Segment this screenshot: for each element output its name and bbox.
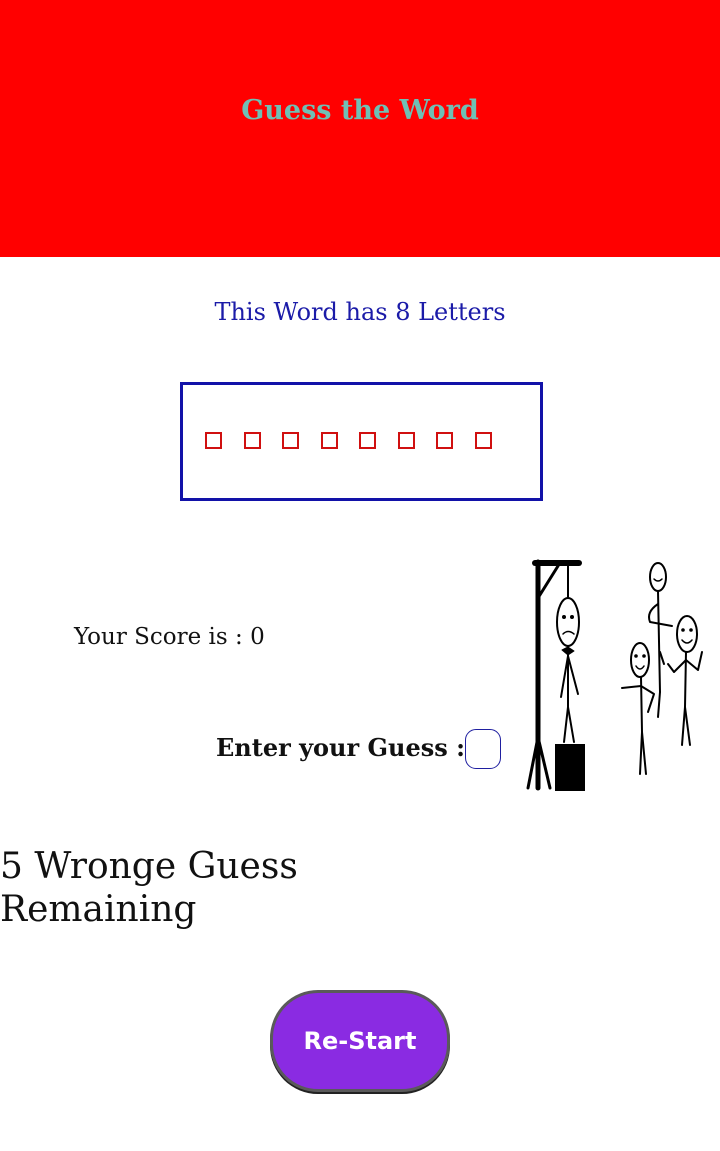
letter-slot: [474, 432, 492, 449]
letter-slot: [243, 432, 261, 449]
restart-button[interactable]: Re-Start: [270, 990, 450, 1092]
remaining-line-2: Remaining: [0, 889, 197, 930]
letter-slot: [359, 432, 376, 449]
word-length-info: This Word has 8 Letters: [214, 298, 506, 326]
wrong-guesses-remaining: 5 Wronge Guess Remaining: [0, 845, 320, 931]
hangman-illustration-icon: [526, 559, 703, 791]
page-title: Guess the Word: [241, 95, 479, 126]
letter-slot: [282, 432, 299, 449]
letter-slot: [397, 432, 415, 449]
score-text: Your Score is : 0: [74, 624, 265, 650]
guess-input[interactable]: [465, 729, 501, 769]
letter-slot: [205, 432, 222, 449]
letter-slot: [320, 432, 338, 449]
remaining-line-1: 5 Wronge Guess: [0, 846, 298, 887]
word-display-box: [180, 382, 543, 501]
guess-label: Enter your Guess :: [216, 733, 465, 762]
letter-slot: [436, 432, 453, 449]
header-banner: Guess the Word: [0, 0, 720, 257]
letter-slots: [205, 432, 513, 449]
